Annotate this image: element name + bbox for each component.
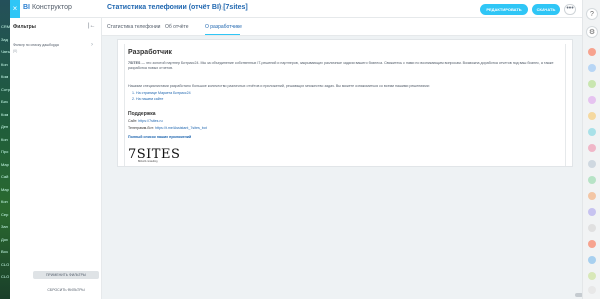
app-title: BI Конструктор [23,4,72,11]
filter-item[interactable]: Фильтр по списку дашборда [13,43,89,48]
left-menu-item[interactable]: Зад [1,37,8,42]
telegram-row: Телеграмм-бот: https://t.me/Assistant_7s… [128,126,207,130]
left-menu-item[interactable]: Воз [1,249,8,254]
avatar[interactable] [588,272,596,280]
avatar[interactable] [588,208,596,216]
company-logo: 7SITES Bitrix24 consulting [128,147,180,163]
website-link[interactable]: 2. На нашем сайте [132,97,163,101]
all-apps-link[interactable]: Полный список наших приложений [128,135,191,139]
avatar[interactable] [588,240,596,248]
avatar[interactable] [588,80,596,88]
avatar[interactable] [588,176,596,184]
left-menu-item[interactable]: Мар [1,187,9,192]
left-menu-item[interactable]: Дох [1,237,8,242]
avatar[interactable] [588,64,596,72]
logo-tagline: Bitrix24 consulting [138,160,158,163]
avatar[interactable] [588,112,596,120]
left-menu-item[interactable]: Ден [1,124,8,129]
filter-item-count: (0) [13,49,18,53]
reset-filters-button[interactable]: СБРОСИТЬ ФИЛЬТРЫ [33,286,99,294]
app-title-brand: BI [23,4,30,11]
top-bar: × BI Конструктор Статистика телефонии (о… [10,0,582,18]
left-menu-item[interactable]: CLO [1,262,9,267]
chevron-right-icon[interactable]: › [91,42,93,48]
developer-description: 7SITES — это золотой партнер Битрикс24. … [128,61,558,71]
bi-constructor-slider: × BI Конструктор Статистика телефонии (о… [10,0,583,299]
left-menu-item[interactable]: Ком [1,74,8,79]
left-menu-item[interactable]: Биз [1,99,8,104]
brand-name: 7SITES [128,61,141,65]
developer-content: Разработчик 7SITES — это золотой партнер… [124,44,566,166]
avatar[interactable] [588,96,596,104]
left-menu-item[interactable]: Мар [1,162,9,167]
filters-title: Фильтры [13,24,36,30]
download-button[interactable]: СКАЧАТЬ [532,4,560,15]
left-menu-item[interactable]: Кон [1,137,8,142]
site-label: Сайт: [128,119,139,123]
tab-about-developer[interactable]: О разработчике [205,24,242,30]
left-menu-item[interactable]: CRM [1,24,10,29]
right-rail: ? ⚙ [582,0,600,299]
left-menu-item[interactable]: Зап [1,224,8,229]
tab-telephony-stats[interactable]: Статистика телефонии [107,24,160,30]
active-tab-indicator [205,34,240,35]
edit-button[interactable]: РЕДАКТИРОВАТЬ [480,4,528,15]
avatar[interactable] [588,144,596,152]
solutions-description: Нашими специалистами разработано большое… [128,84,430,88]
background-left-menu: CRM Зад Чаты Кон Ком Сотр Биз Ком Ден Кон Про Мар Са… [0,0,11,299]
app-title-rest: Конструктор [31,4,72,11]
left-menu-item[interactable]: Сер [1,212,8,217]
left-menu-item[interactable]: Ком [1,112,8,117]
left-menu-item[interactable]: CLO [1,274,9,279]
avatar[interactable] [588,128,596,136]
left-menu-item[interactable]: Сай [1,174,8,179]
avatar[interactable] [588,256,596,264]
collapse-panel-icon[interactable]: |← [88,23,96,29]
left-menu-item[interactable]: Кон [1,62,8,67]
left-menu-item[interactable]: Сотр [1,87,10,92]
avatar[interactable] [588,224,596,232]
report-tabs: Статистика телефонии Об отчёте О разрабо… [102,18,582,36]
more-icon[interactable]: ••• [564,4,576,15]
telegram-label: Телеграмм-бот: [128,126,156,130]
filters-panel: Фильтры |← Фильтр по списку дашборда (0)… [10,18,102,299]
settings-icon[interactable]: ⚙ [586,26,598,38]
site-link[interactable]: https://7sites.ru [138,119,162,123]
developer-description-text: — это золотой партнер Битрикс24. Мы за о… [128,61,554,71]
avatar[interactable] [588,286,596,294]
avatar[interactable] [588,48,596,56]
close-icon[interactable]: × [10,0,20,18]
apply-filters-button[interactable]: ПРИМЕНИТЬ ФИЛЬТРЫ [33,271,99,279]
developer-heading: Разработчик [128,49,172,56]
tab-about-report[interactable]: Об отчёте [165,24,189,30]
left-menu-item[interactable]: Кон [1,199,8,204]
developer-card: Разработчик 7SITES — это золотой партнер… [117,39,573,167]
report-title[interactable]: Статистика телефонии (отчёт BI) [7sites] [107,4,248,11]
star-icon[interactable]: ☆ [218,4,224,12]
market-link[interactable]: 1. На странице Маркета Битрикс24 [132,91,191,95]
avatar[interactable] [588,160,596,168]
telegram-link[interactable]: https://t.me/Assistant_7sites_bot [155,126,207,130]
help-icon[interactable]: ? [586,8,598,20]
support-heading: Поддержка [128,111,156,117]
site-row: Сайт: https://7sites.ru [128,119,163,123]
avatar[interactable] [588,192,596,200]
left-menu-item[interactable]: Про [1,149,8,154]
